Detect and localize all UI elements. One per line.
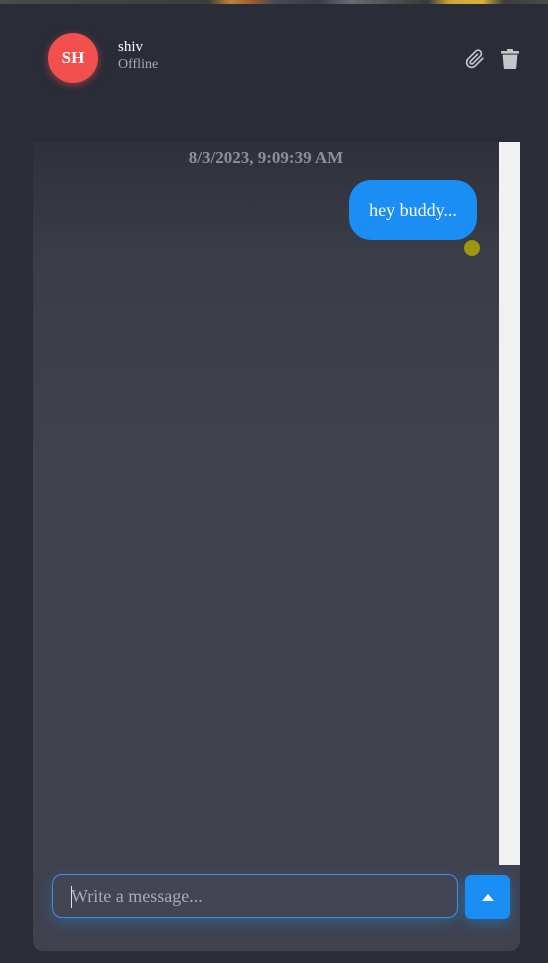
scrollbar[interactable] [499,142,520,865]
message-bubble-outgoing[interactable]: hey buddy... [349,180,477,240]
contact-name: shiv [118,39,144,55]
text-cursor [71,886,72,908]
message-input[interactable] [53,875,457,917]
attach-button[interactable] [464,48,486,70]
avatar[interactable]: SH [48,33,98,83]
message-text: hey buddy... [369,199,457,220]
send-button[interactable] [465,875,510,919]
chat-header: SH shiv Offline [0,4,548,104]
caret-up-icon [481,894,494,901]
trash-icon [501,49,519,69]
message-composer[interactable] [52,874,458,918]
paperclip-icon [465,49,484,69]
avatar-initials: SH [61,48,85,67]
message-panel[interactable]: 8/3/2023, 9:09:39 AM hey buddy... [33,142,520,951]
message-status-dot [464,240,480,256]
delete-chat-button[interactable] [499,48,521,70]
message-date-label: 8/3/2023, 9:09:39 AM [188,148,344,167]
contact-status: Offline [118,57,159,72]
